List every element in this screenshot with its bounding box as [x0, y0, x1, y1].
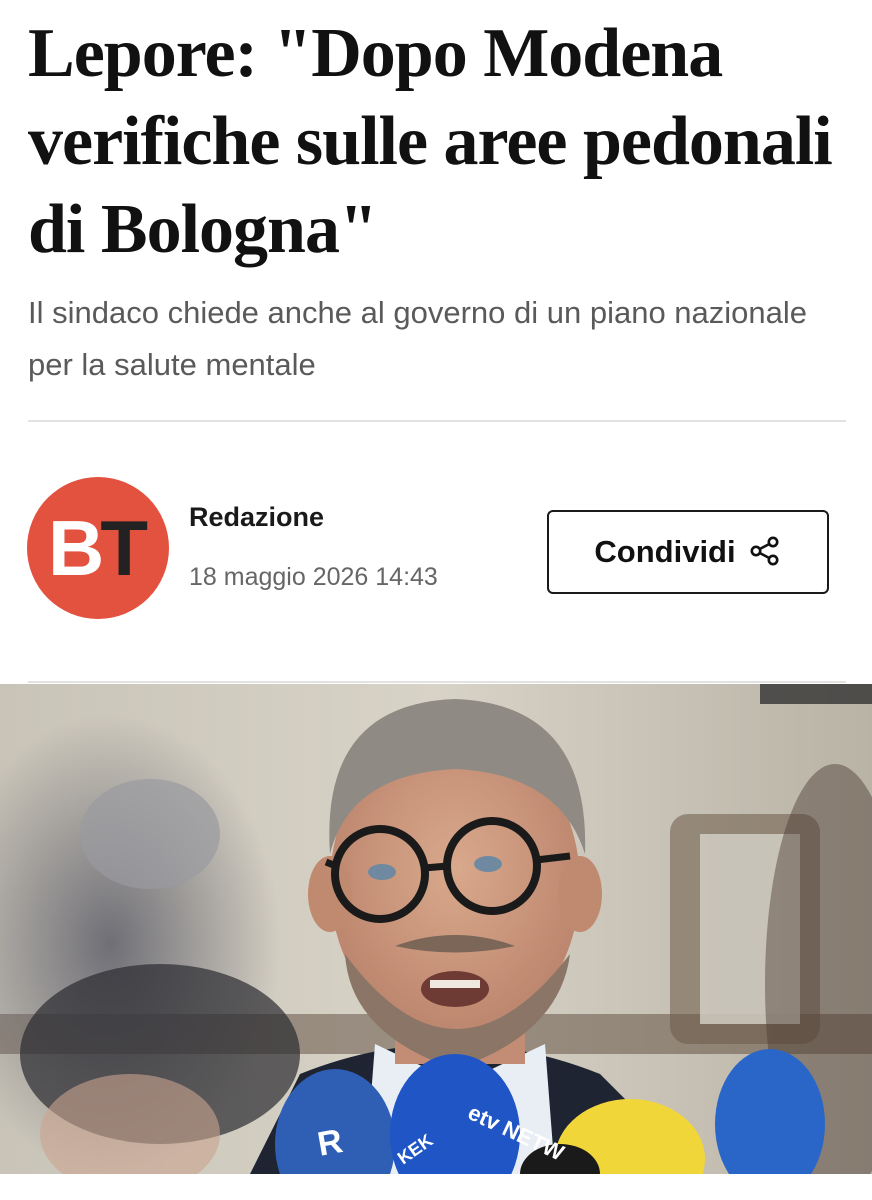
article-headline: Lepore: "Dopo Modena verifiche sulle are…	[28, 15, 833, 268]
divider-bottom	[28, 681, 846, 683]
logo-letter-b: B	[48, 503, 104, 592]
logo-letter-t: T	[100, 503, 148, 592]
article-subtitle: Il sindaco chiede anche al governo di un…	[28, 295, 808, 382]
article-photo[interactable]: R KEK etv NETW	[0, 684, 872, 1174]
share-button[interactable]: Condividi	[547, 510, 829, 594]
author-name[interactable]: Redazione	[189, 502, 324, 533]
divider-top	[28, 420, 846, 422]
share-icon	[748, 534, 782, 571]
publisher-logo[interactable]: BT	[27, 477, 169, 619]
publish-date: 18 maggio 2026 14:43	[189, 563, 438, 591]
share-button-label: Condividi	[594, 534, 736, 569]
